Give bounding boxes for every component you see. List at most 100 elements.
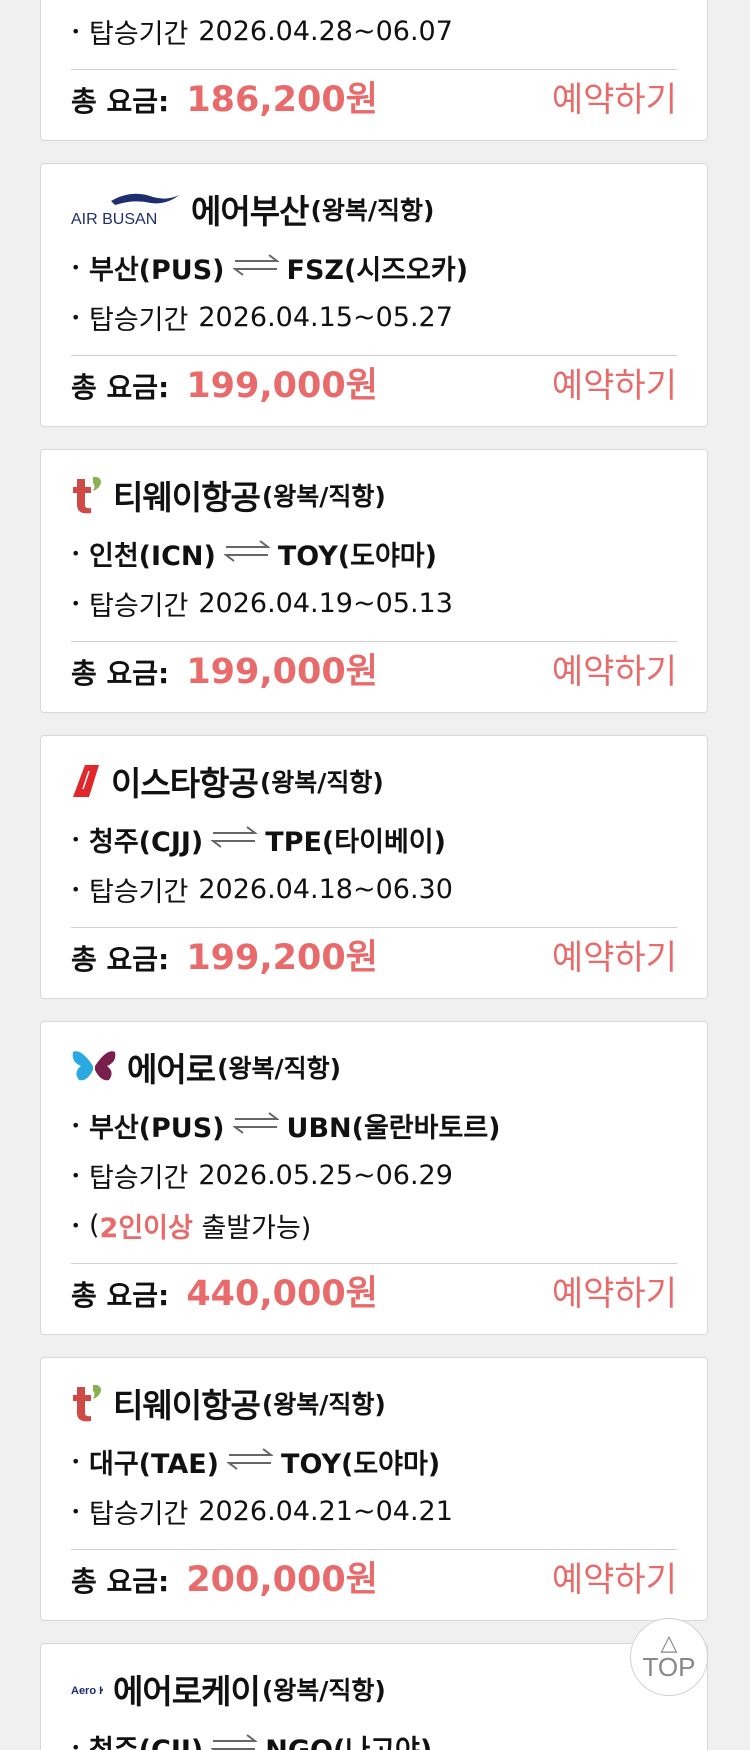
note-row: • (2인이상 출발가능) [71, 1205, 311, 1245]
price-label: 총 요금: [71, 84, 170, 118]
route-row: • 대구(TAE) TOY(도야마) [71, 1441, 440, 1481]
aero-k-logo: Aero K [71, 1679, 103, 1699]
svg-text:Aero K: Aero K [71, 1685, 103, 1697]
reserve-button[interactable]: 예약하기 [552, 72, 677, 121]
reserve-button[interactable]: 예약하기 [552, 358, 677, 407]
airline-name: 티웨이항공 [113, 1386, 261, 1425]
destination: NGO(나고야) [265, 1734, 433, 1750]
deal-card: 티웨이항공 (왕복/직항) • 인천(ICN) TOY(도야마) • 탑승기간 … [40, 449, 708, 713]
note-highlight: 2인이상 [99, 1212, 193, 1244]
deal-card: Aero K 에어로케이 (왕복/직항) • 청주(CJJ) NGO(나고야) [40, 1643, 708, 1750]
round-trip-arrows-icon [231, 252, 280, 283]
price-value: 440,000원 [186, 1273, 378, 1314]
bullet-icon: • [71, 21, 81, 41]
period-value: 2026.04.19~05.13 [198, 587, 453, 619]
bullet-icon: • [71, 543, 81, 563]
round-trip-arrows-icon [210, 824, 259, 855]
period-label: 탑승기간 [89, 18, 189, 50]
price-row: 총 요금: 199,200원 예약하기 [71, 929, 677, 979]
deal-card: AIR BUSAN 에어부산 (왕복/직항) • 부산(PUS) FSZ(시즈오… [40, 163, 708, 427]
price-label: 총 요금: [71, 1564, 170, 1598]
scroll-to-top-button[interactable]: △ TOP [630, 1618, 708, 1696]
destination: TOY(도야마) [277, 540, 437, 572]
route-row: • 부산(PUS) UBN(울란바토르) [71, 1105, 501, 1145]
mongolian-butterfly-logo [71, 1048, 117, 1086]
card-header: 이스타항공 (왕복/직항) [71, 758, 384, 804]
round-trip-arrows-icon [226, 1446, 275, 1477]
destination: TOY(도야마) [281, 1448, 441, 1480]
bullet-icon: • [71, 1737, 81, 1750]
top-button-label: TOP [642, 1652, 696, 1682]
trip-type: (왕복/직항) [310, 196, 435, 225]
price-row: 총 요금: 199,000원 예약하기 [71, 357, 677, 407]
period-row: • 탑승기간 2026.04.21~04.21 [71, 1491, 453, 1531]
period-label: 탑승기간 [89, 1498, 189, 1530]
airline-name: 티웨이항공 [113, 478, 261, 517]
route-row: • 인천(ICN) TOY(도야마) [71, 533, 437, 573]
airline-name: 에어부산 [191, 192, 309, 231]
origin: 대구(TAE) [89, 1448, 220, 1480]
deal-card: 이스타항공 (왕복/직항) • 청주(CJJ) TPE(타이베이) • 탑승기간… [40, 735, 708, 999]
bullet-icon: • [71, 1165, 81, 1185]
bullet-icon: • [71, 1115, 81, 1135]
reserve-button[interactable]: 예약하기 [552, 644, 677, 693]
origin: 청주(CJJ) [89, 1734, 204, 1750]
period-value: 2026.04.15~05.27 [198, 301, 453, 333]
period-label: 탑승기간 [89, 590, 189, 622]
period-label: 탑승기간 [89, 304, 189, 336]
price-value: 200,000원 [186, 1559, 378, 1600]
origin: 부산(PUS) [89, 254, 225, 286]
bullet-icon: • [71, 1215, 81, 1235]
price-value: 186,200원 [186, 79, 378, 120]
note-text: 출발가능) [192, 1212, 312, 1244]
destination: UBN(울란바토르) [286, 1112, 501, 1144]
bullet-icon: • [71, 829, 81, 849]
tway-logo [71, 1383, 103, 1423]
trip-type: (왕복/직항) [261, 1390, 386, 1419]
round-trip-arrows-icon [210, 1732, 259, 1750]
bullet-icon: • [71, 307, 81, 327]
price-label: 총 요금: [71, 656, 170, 690]
period-row: • 탑승기간 2026.04.28~06.07 [71, 11, 453, 51]
reserve-button[interactable]: 예약하기 [552, 1552, 677, 1601]
trip-type: (왕복/직항) [217, 1054, 342, 1083]
reserve-button[interactable]: 예약하기 [552, 1266, 677, 1315]
price-row: 총 요금: 200,000원 예약하기 [71, 1551, 677, 1601]
route-row: • 청주(CJJ) NGO(나고야) [71, 1727, 432, 1750]
trip-type: (왕복/직항) [261, 482, 386, 511]
price-label: 총 요금: [71, 1278, 170, 1312]
card-header: 에어로 (왕복/직항) [71, 1044, 341, 1090]
period-label: 탑승기간 [89, 876, 189, 908]
card-header: 티웨이항공 (왕복/직항) [71, 1380, 386, 1426]
price-label: 총 요금: [71, 942, 170, 976]
deal-card: 에어로 (왕복/직항) • 부산(PUS) UBN(울란바토르) • 탑승기간 … [40, 1021, 708, 1335]
bullet-icon: • [71, 879, 81, 899]
period-value: 2026.04.28~06.07 [198, 15, 453, 47]
destination: TPE(타이베이) [265, 826, 446, 858]
period-row: • 탑승기간 2026.04.18~06.30 [71, 869, 453, 909]
triangle-up-icon: △ [660, 1631, 678, 1656]
air-busan-logo: AIR BUSAN [71, 189, 181, 229]
svg-text:AIR BUSAN: AIR BUSAN [71, 211, 157, 228]
reserve-button[interactable]: 예약하기 [552, 930, 677, 979]
airline-name: 에어로 [127, 1050, 216, 1089]
period-row: • 탑승기간 2026.04.15~05.27 [71, 297, 453, 337]
price-label: 총 요금: [71, 370, 170, 404]
trip-type: (왕복/직항) [259, 768, 384, 797]
route-row: • 부산(PUS) FSZ(시즈오카) [71, 247, 468, 287]
bullet-icon: • [71, 593, 81, 613]
eastar-jet-logo [71, 763, 101, 799]
airline-name: 에어로케이 [113, 1672, 261, 1711]
card-header: Aero K 에어로케이 (왕복/직항) [71, 1666, 386, 1712]
period-value: 2026.04.18~06.30 [198, 873, 453, 905]
origin: 인천(ICN) [89, 540, 216, 572]
price-value: 199,000원 [186, 651, 378, 692]
route-row: • 청주(CJJ) TPE(타이베이) [71, 819, 446, 859]
period-row: • 탑승기간 2026.04.19~05.13 [71, 583, 453, 623]
card-header: 티웨이항공 (왕복/직항) [71, 472, 386, 518]
price-row: 총 요금: 199,000원 예약하기 [71, 643, 677, 693]
deal-card: • 탑승기간 2026.04.28~06.07 총 요금: 186,200원 예… [40, 0, 708, 141]
note-open: ( [89, 1209, 100, 1241]
bullet-icon: • [71, 257, 81, 277]
price-row: 총 요금: 440,000원 예약하기 [71, 1265, 677, 1315]
